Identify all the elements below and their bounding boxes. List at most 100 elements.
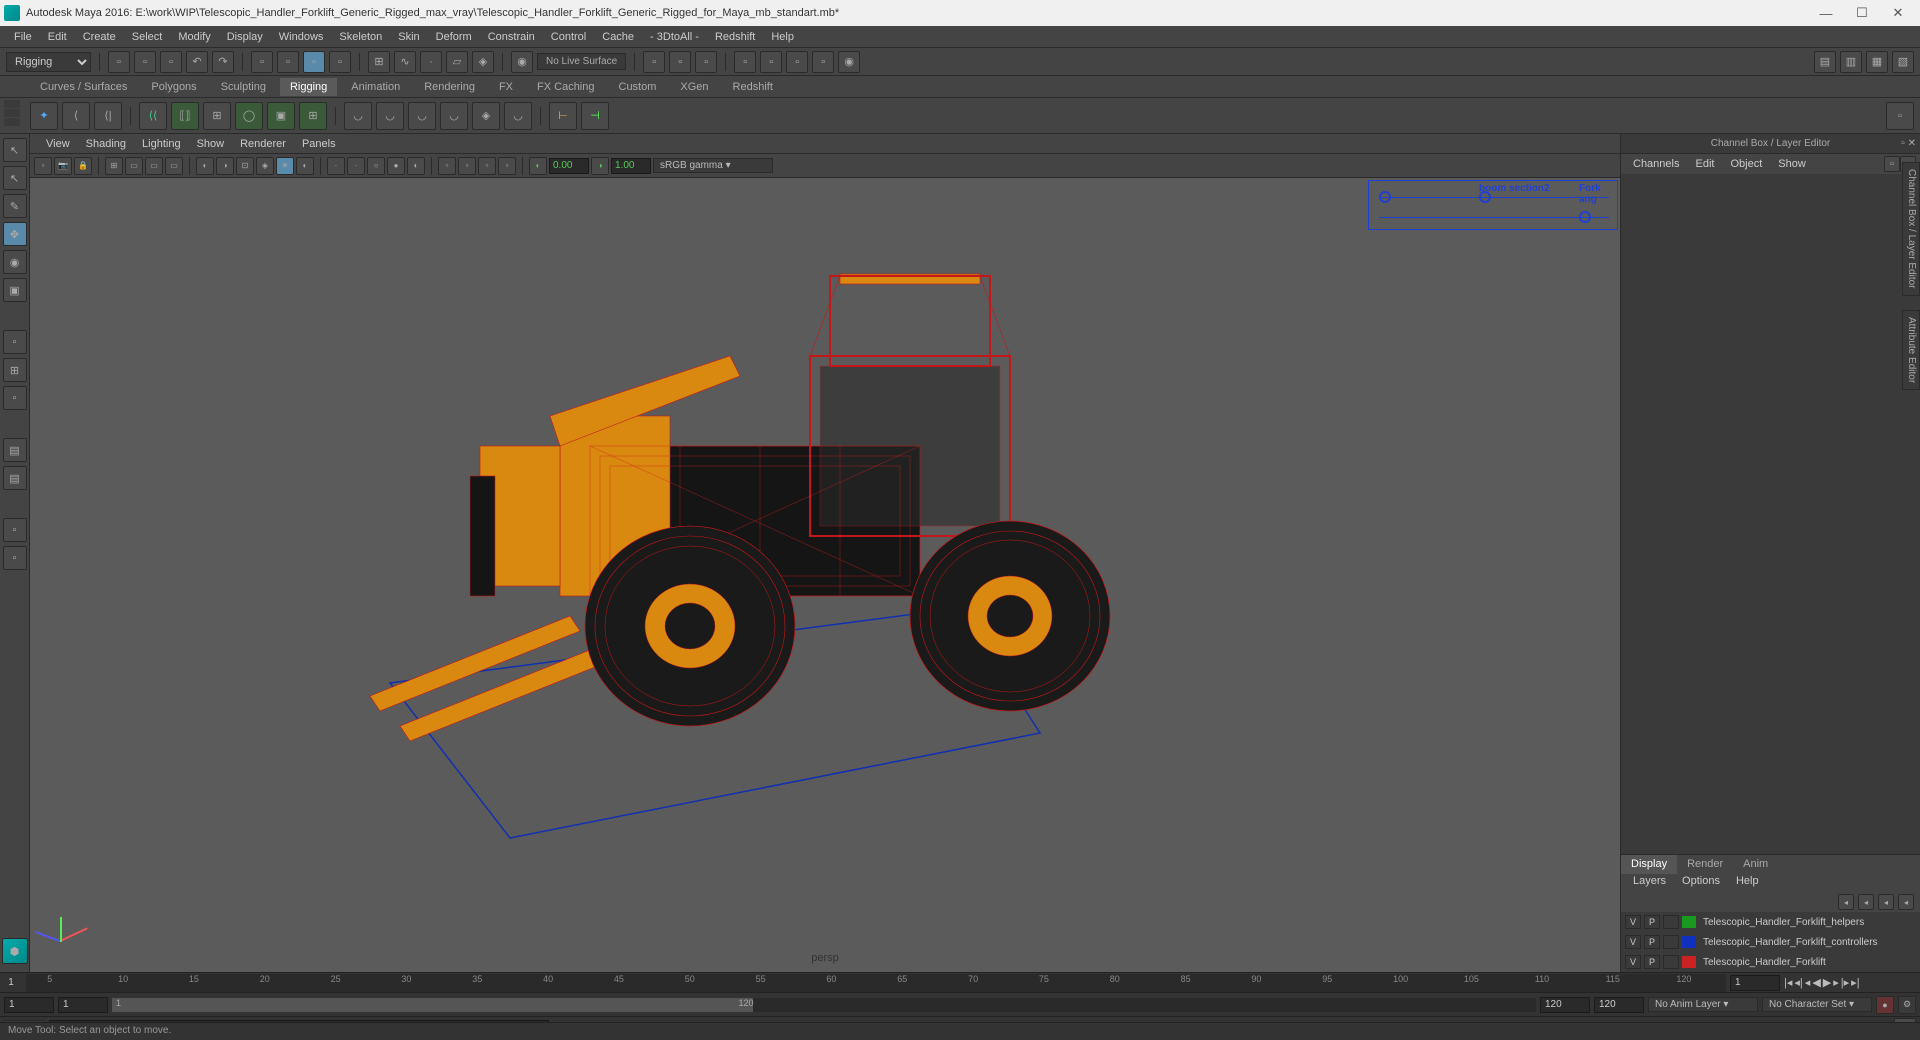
lasso-tool-icon[interactable]: ↖ <box>3 166 27 190</box>
shelf-tab-sculpting[interactable]: Sculpting <box>211 78 276 96</box>
layout1-icon[interactable]: ▫ <box>760 51 782 73</box>
menu-dtoall[interactable]: - 3DtoAll - <box>642 28 707 46</box>
shelf-constraint2-icon[interactable]: ⊣ <box>581 102 609 130</box>
shelf-tab-polygons[interactable]: Polygons <box>141 78 206 96</box>
shelf-max-icon[interactable]: ▫ <box>1886 102 1914 130</box>
menu-select[interactable]: Select <box>124 28 171 46</box>
shelf-ikhandle-icon[interactable]: ⟦⟧ <box>171 102 199 130</box>
character-set-dropdown[interactable]: No Character Set ▾ <box>1762 997 1872 1012</box>
goto-end-icon[interactable]: ▸| <box>1851 976 1859 989</box>
menu-file[interactable]: File <box>6 28 40 46</box>
menu-redshift[interactable]: Redshift <box>707 28 763 46</box>
layer-vis-cell[interactable]: V <box>1625 915 1641 929</box>
time-slider[interactable]: 1 51015202530354045505560657075808590951… <box>0 972 1920 992</box>
snap-live-icon[interactable]: ◈ <box>472 51 494 73</box>
shelf-chain-icon[interactable]: ⟨| <box>94 102 122 130</box>
layer-type-cell[interactable] <box>1663 935 1679 949</box>
layer-play-cell[interactable]: P <box>1644 935 1660 949</box>
layer-tab-display[interactable]: Display <box>1621 855 1677 874</box>
menu-skin[interactable]: Skin <box>390 28 427 46</box>
rig-slider-overlay[interactable]: boom section2 Fork ang <box>1368 180 1618 230</box>
layer-row[interactable]: VPTelescopic_Handler_Forklift <box>1621 952 1920 972</box>
layer-add-icon[interactable]: ◂ <box>1898 894 1914 910</box>
shelf-tab-fxcaching[interactable]: FX Caching <box>527 78 604 96</box>
shelf-bind2-icon[interactable]: ◡ <box>376 102 404 130</box>
shelf-lattice-icon[interactable]: ⊞ <box>299 102 327 130</box>
misc1-icon[interactable]: ▫ <box>3 518 27 542</box>
render-globals-icon[interactable]: ▫ <box>734 51 756 73</box>
pt-exposure-icon[interactable]: ◐ <box>529 157 547 175</box>
anim-layer-dropdown[interactable]: No Anim Layer ▾ <box>1648 997 1758 1012</box>
colorspace-dropdown[interactable]: sRGB gamma ▾ <box>653 158 773 173</box>
move-tool-icon[interactable]: ✥ <box>3 222 27 246</box>
pt-xray2-icon[interactable]: ● <box>387 157 405 175</box>
maximize-button[interactable]: ☐ <box>1844 2 1880 24</box>
layer-play-cell[interactable]: P <box>1644 915 1660 929</box>
pt-film-icon[interactable]: ▭ <box>125 157 143 175</box>
cbox-menu-edit[interactable]: Edit <box>1687 156 1722 172</box>
pt-shade1-icon[interactable]: ◐ <box>196 157 214 175</box>
layout3-icon[interactable]: ▫ <box>812 51 834 73</box>
pt-gate-icon[interactable]: ▭ <box>145 157 163 175</box>
rotate-tool-icon[interactable]: ◉ <box>3 250 27 274</box>
pt-ms-icon[interactable]: ▫ <box>458 157 476 175</box>
layer-tab-anim[interactable]: Anim <box>1733 855 1778 874</box>
sel-component-icon[interactable]: ▫ <box>303 51 325 73</box>
layer-row[interactable]: VPTelescopic_Handler_Forklift_helpers <box>1621 912 1920 932</box>
shelf-constraint1-icon[interactable]: ⊢ <box>549 102 577 130</box>
layout2-icon[interactable]: ▫ <box>786 51 808 73</box>
panel-close-icon[interactable]: ▫ ✕ <box>1901 138 1916 149</box>
close-button[interactable]: ✕ <box>1880 2 1916 24</box>
sidebar-toggle2-icon[interactable]: ▥ <box>1840 51 1862 73</box>
pt-mb-icon[interactable]: ▫ <box>498 157 516 175</box>
menu-control[interactable]: Control <box>543 28 594 46</box>
pt-sel-icon[interactable]: ▫ <box>34 157 52 175</box>
shelf-switcher-icon[interactable] <box>4 98 24 133</box>
layer-row[interactable]: VPTelescopic_Handler_Forklift_controller… <box>1621 932 1920 952</box>
ipr-icon[interactable]: ▫ <box>643 51 665 73</box>
step-back-key-icon[interactable]: ◂| <box>1794 976 1802 989</box>
pt-shadow-icon[interactable]: ◐ <box>296 157 314 175</box>
play-back-icon[interactable]: ◀ <box>1812 976 1820 989</box>
paint-select-icon[interactable]: ✎ <box>3 194 27 218</box>
gamma-field[interactable] <box>611 158 651 174</box>
layout-single-icon[interactable]: ▫ <box>3 330 27 354</box>
shelf-sphere-icon[interactable]: ◯ <box>235 102 263 130</box>
snap-grid-icon[interactable]: ⊞ <box>368 51 390 73</box>
shelf-grid1-icon[interactable]: ⊞ <box>203 102 231 130</box>
shelf-tab-rendering[interactable]: Rendering <box>414 78 485 96</box>
layer-color-swatch[interactable] <box>1682 956 1696 968</box>
misc2-icon[interactable]: ▫ <box>3 546 27 570</box>
shelf-tab-animation[interactable]: Animation <box>341 78 410 96</box>
undo-icon[interactable]: ↶ <box>186 51 208 73</box>
menu-windows[interactable]: Windows <box>271 28 332 46</box>
sel-mask-icon[interactable]: ▫ <box>329 51 351 73</box>
save-scene-icon[interactable]: ▫ <box>160 51 182 73</box>
snap-plane-icon[interactable]: ▱ <box>446 51 468 73</box>
pt-light-icon[interactable]: ☀ <box>276 157 294 175</box>
layer-vis-cell[interactable]: V <box>1625 935 1641 949</box>
layout-four-icon[interactable]: ⊞ <box>3 358 27 382</box>
sidebar-toggle3-icon[interactable]: ▦ <box>1866 51 1888 73</box>
snap-curve-icon[interactable]: ∿ <box>394 51 416 73</box>
sidebar-toggle1-icon[interactable]: ▤ <box>1814 51 1836 73</box>
layout-two-icon[interactable]: ▫ <box>3 386 27 410</box>
shelf-tab-redshift[interactable]: Redshift <box>723 78 783 96</box>
menu-cache[interactable]: Cache <box>594 28 642 46</box>
step-fwd-icon[interactable]: ▸ <box>1833 976 1839 989</box>
step-back-icon[interactable]: ◂ <box>1805 976 1811 989</box>
layer-play-cell[interactable]: P <box>1644 955 1660 969</box>
pt-cam-icon[interactable]: 📷 <box>54 157 72 175</box>
layer-move2-icon[interactable]: ◂ <box>1858 894 1874 910</box>
range-in-field[interactable] <box>58 997 108 1013</box>
side-tab-attribute[interactable]: Attribute Editor <box>1902 310 1920 390</box>
current-frame-field[interactable] <box>1730 975 1780 991</box>
step-fwd-key-icon[interactable]: |▸ <box>1841 976 1849 989</box>
redo-icon[interactable]: ↷ <box>212 51 234 73</box>
pt-ao-icon[interactable]: ▫ <box>438 157 456 175</box>
time-track[interactable]: 5101520253035404550556065707580859095100… <box>26 974 1726 992</box>
shelf-cube-icon[interactable]: ▣ <box>267 102 295 130</box>
shelf-joint-icon[interactable]: ✦ <box>30 102 58 130</box>
menu-display[interactable]: Display <box>219 28 271 46</box>
sidebar-toggle4-icon[interactable]: ▧ <box>1892 51 1914 73</box>
